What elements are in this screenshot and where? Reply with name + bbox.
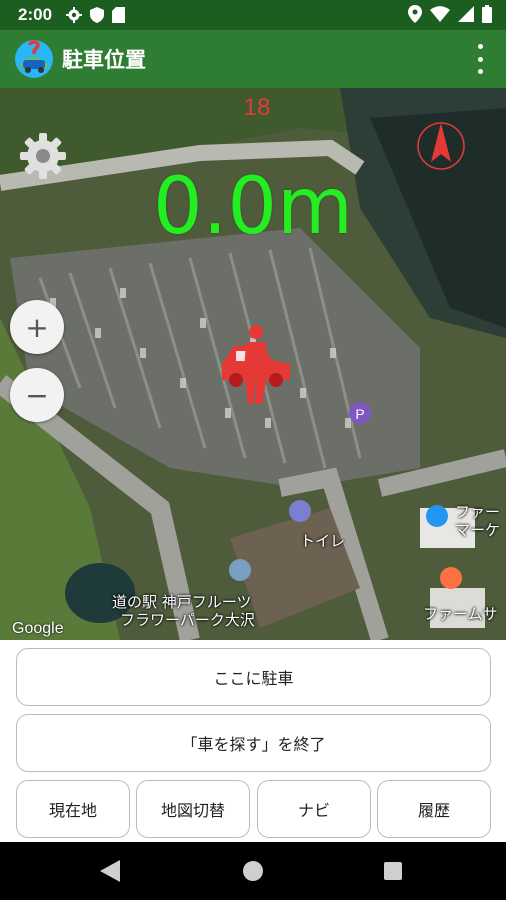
battery-icon xyxy=(482,5,492,23)
app-title: 駐車位置 xyxy=(62,48,146,72)
compass-icon[interactable] xyxy=(416,118,466,178)
control-panel: ここに駐車 「車を探す」を終了 現在地 地図切替 ナビ 履歴 xyxy=(0,640,506,840)
location-icon xyxy=(408,5,422,23)
distance-readout: 0.0m xyxy=(152,162,354,252)
status-bar: 2:00 xyxy=(0,0,506,30)
poi-label-station-line2: フラワーパーク大沢 xyxy=(120,611,255,629)
poi-label-toilet: トイレ xyxy=(300,532,346,550)
switch-map-button[interactable]: 地図切替 xyxy=(136,780,250,838)
park-here-button[interactable]: ここに駐車 xyxy=(16,648,491,706)
gear-icon xyxy=(66,7,83,23)
accuracy-value: 18 xyxy=(243,94,271,121)
recents-icon[interactable] xyxy=(384,862,402,880)
app-logo-icon xyxy=(15,40,53,78)
home-icon[interactable] xyxy=(243,861,263,881)
poi-label-market-line2: マーケ xyxy=(455,521,501,539)
app-bar: 駐車位置 xyxy=(0,30,506,88)
system-nav-bar xyxy=(0,842,506,900)
status-time: 2:00 xyxy=(18,5,53,24)
shield-icon xyxy=(90,7,105,23)
history-button[interactable]: 履歴 xyxy=(377,780,491,838)
poi-label-farm: ファームサ xyxy=(423,605,498,623)
svg-text:P: P xyxy=(355,406,364,422)
more-vert-icon[interactable] xyxy=(476,44,484,74)
sd-card-icon xyxy=(112,7,126,23)
car-person-marker-icon xyxy=(222,325,290,404)
status-right-icons xyxy=(408,5,492,23)
end-search-button[interactable]: 「車を探す」を終了 xyxy=(16,714,491,772)
google-attribution: Google xyxy=(12,620,64,637)
zoom-in-button[interactable]: + xyxy=(10,300,64,354)
current-location-button[interactable]: 現在地 xyxy=(16,780,130,838)
signal-icon xyxy=(458,6,474,22)
back-icon[interactable] xyxy=(100,860,120,882)
wifi-icon xyxy=(430,6,450,22)
status-left-icons xyxy=(66,7,126,23)
navigate-button[interactable]: ナビ xyxy=(257,780,371,838)
map-view[interactable]: P 18 0.0m + − トイレ 道の駅 神戸フルーツ フラワーパーク大沢 フ… xyxy=(0,88,506,640)
zoom-out-button[interactable]: − xyxy=(10,368,64,422)
